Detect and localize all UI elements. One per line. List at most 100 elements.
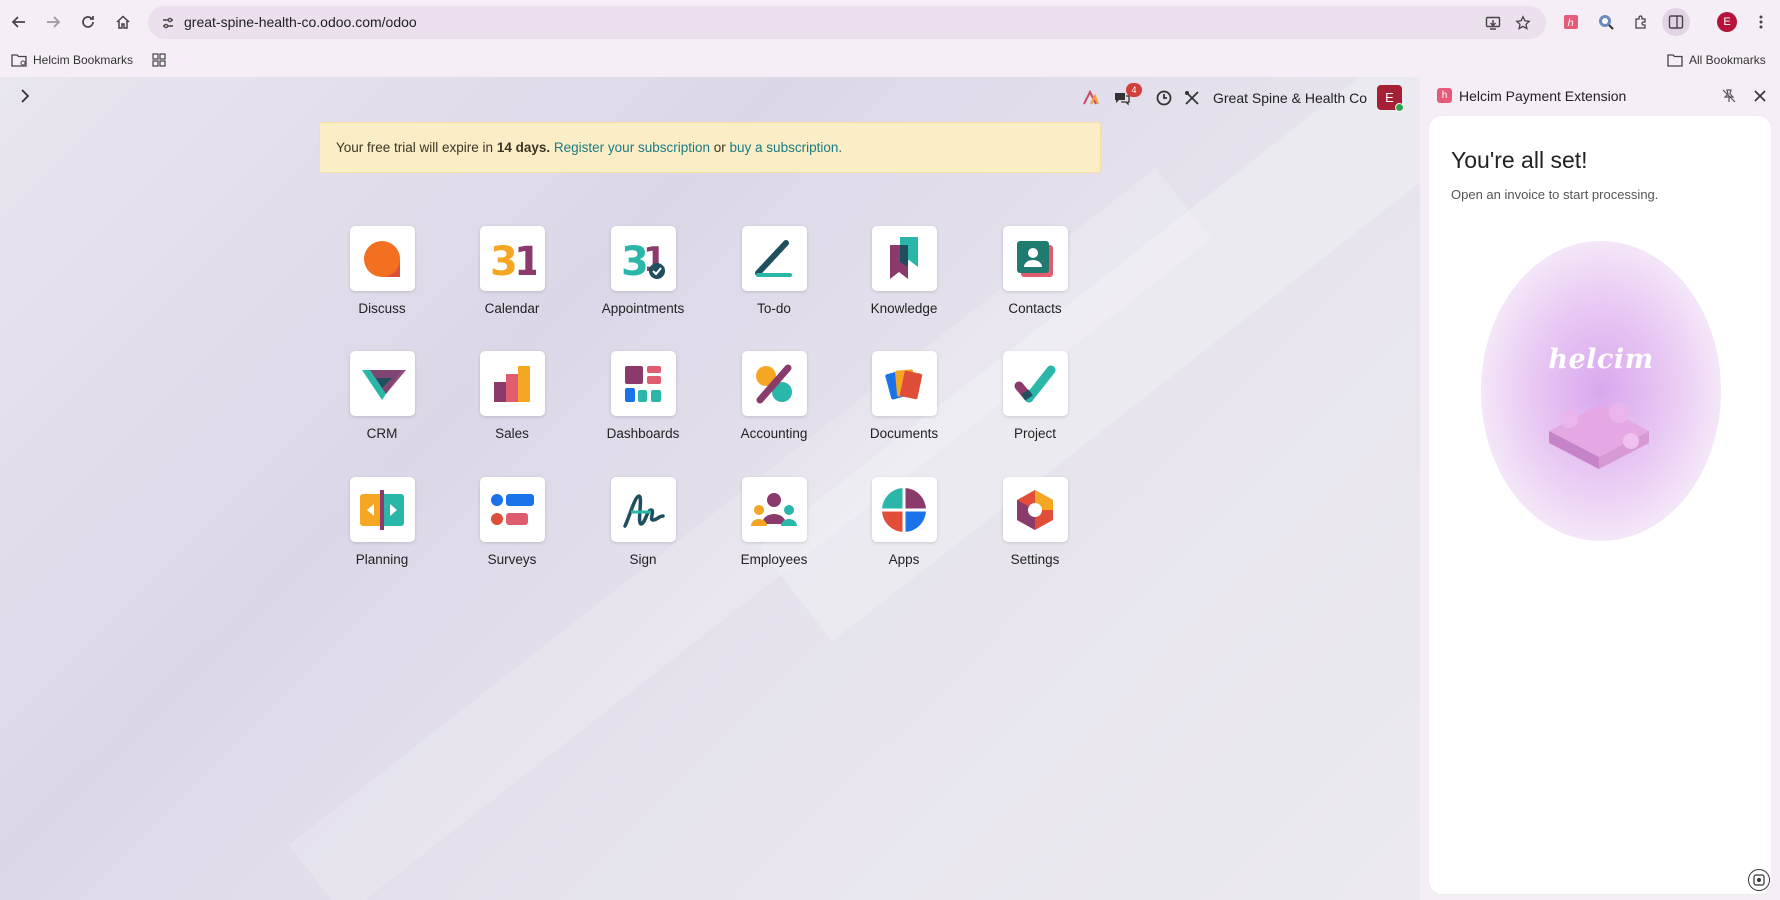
side-panel-toggle-icon[interactable] [1662, 8, 1690, 36]
home-icon[interactable] [112, 11, 134, 33]
app-label: Surveys [487, 552, 537, 567]
close-icon[interactable] [1751, 87, 1769, 105]
folder-icon [1667, 54, 1683, 67]
helcim-extension-icon[interactable]: h [1560, 11, 1582, 33]
app-label: To-do [757, 301, 791, 316]
company-switcher[interactable]: Great Spine & Health Co [1213, 90, 1367, 106]
app-label: Project [1013, 426, 1057, 441]
extensions-puzzle-icon[interactable] [1630, 11, 1652, 33]
back-icon[interactable] [8, 11, 30, 33]
project-icon [1002, 351, 1068, 416]
employees-icon [741, 477, 807, 542]
bookmark-label: All Bookmarks [1689, 53, 1766, 67]
bookmark-star-icon[interactable] [1513, 13, 1533, 33]
browser-menu-icon[interactable] [1750, 11, 1772, 33]
bookmarks-bar: Helcim Bookmarks All Bookmarks [0, 44, 1780, 77]
app-documents[interactable]: Documents [849, 351, 959, 451]
activity-clock-icon[interactable] [1155, 87, 1173, 109]
svg-text:1: 1 [514, 239, 536, 281]
app-knowledge[interactable]: Knowledge [849, 226, 959, 326]
trial-banner: Your free trial will expire in 14 days. … [319, 122, 1101, 173]
accounting-icon [741, 351, 807, 416]
app-sign[interactable]: Sign [588, 477, 698, 577]
systray: 4 Great Spine & Health Co E [0, 83, 1420, 112]
app-appointments[interactable]: 31 Appointments [588, 226, 698, 326]
todo-icon [741, 226, 807, 291]
contacts-icon [1002, 226, 1068, 291]
helcim-bookmarks-folder[interactable]: Helcim Bookmarks [11, 50, 133, 70]
side-panel-header: h Helcim Payment Extension [1420, 77, 1780, 113]
app-label: Discuss [358, 301, 406, 316]
surveys-icon [479, 477, 545, 542]
browser-toolbar: great-spine-health-co.odoo.com/odoo h E [0, 0, 1780, 44]
odoo-home: 4 Great Spine & Health Co E Your free tr… [0, 77, 1420, 900]
helcim-panel-content: You're all set! Open an invoice to start… [1428, 115, 1772, 895]
app-label: Settings [1010, 552, 1060, 567]
app-crm[interactable]: CRM [327, 351, 437, 451]
panel-subtext: Open an invoice to start processing. [1451, 187, 1659, 202]
unpin-icon[interactable] [1720, 87, 1738, 105]
trial-or: or [713, 140, 726, 155]
screenshot-capture-icon[interactable] [1748, 869, 1770, 891]
search-extension-icon[interactable] [1595, 11, 1617, 33]
forward-icon[interactable] [42, 11, 64, 33]
helcim-illustration: helcim [1481, 241, 1721, 541]
odoo-studio-icon[interactable] [1082, 87, 1100, 109]
helcim-logo-icon: h [1437, 88, 1452, 103]
app-label: Calendar [484, 301, 540, 316]
app-project[interactable]: Project [980, 351, 1090, 451]
app-label: Documents [869, 426, 939, 441]
register-subscription-link[interactable]: Register your subscription [554, 140, 710, 155]
svg-text:h: h [1568, 18, 1574, 29]
app-settings[interactable]: Settings [980, 477, 1090, 577]
knowledge-icon [871, 226, 937, 291]
app-employees[interactable]: Employees [719, 477, 829, 577]
app-label: Sign [629, 552, 657, 567]
profile-avatar[interactable]: E [1717, 12, 1737, 32]
all-bookmarks-folder[interactable]: All Bookmarks [1667, 50, 1766, 70]
app-calendar[interactable]: 31 Calendar [457, 226, 567, 326]
app-apps[interactable]: Apps [849, 477, 959, 577]
buy-subscription-link[interactable]: buy a subscription. [730, 140, 843, 155]
app-planning[interactable]: Planning [327, 477, 437, 577]
settings-gear-icon [1002, 477, 1068, 542]
sign-icon [610, 477, 676, 542]
app-dashboards[interactable]: Dashboards [588, 351, 698, 451]
url-text[interactable]: great-spine-health-co.odoo.com/odoo [184, 14, 417, 30]
address-bar[interactable]: great-spine-health-co.odoo.com/odoo [148, 6, 1546, 39]
site-info-icon[interactable] [158, 13, 178, 33]
apps-grid-icon[interactable] [152, 50, 166, 70]
messages-count-badge: 4 [1126, 83, 1142, 97]
app-label: Knowledge [870, 301, 938, 316]
apps-icon [871, 477, 937, 542]
puzzle-piece-icon [1539, 391, 1663, 471]
app-label: Employees [740, 552, 808, 567]
app-surveys[interactable]: Surveys [457, 477, 567, 577]
app-label: Appointments [601, 301, 685, 316]
install-app-icon[interactable] [1483, 13, 1503, 33]
crm-icon [349, 351, 415, 416]
trial-prefix: Your free trial will expire in [336, 140, 494, 155]
helcim-side-panel: h Helcim Payment Extension You're all se… [1420, 77, 1780, 900]
trial-days: 14 days. [496, 140, 551, 155]
app-label: Contacts [1008, 301, 1062, 316]
dashboards-icon [610, 351, 676, 416]
app-label: Sales [495, 426, 529, 441]
discuss-icon [349, 226, 415, 291]
app-todo[interactable]: To-do [719, 226, 829, 326]
app-accounting[interactable]: Accounting [719, 351, 829, 451]
app-discuss[interactable]: Discuss [327, 226, 437, 326]
sales-icon [479, 351, 545, 416]
app-contacts[interactable]: Contacts [980, 226, 1090, 326]
side-panel-title: Helcim Payment Extension [1459, 88, 1627, 104]
app-label: CRM [366, 426, 398, 441]
appointments-icon: 31 [610, 226, 676, 291]
bookmark-label: Helcim Bookmarks [33, 53, 134, 67]
calendar-icon: 31 [479, 226, 545, 291]
debug-tools-icon[interactable] [1183, 87, 1201, 109]
app-sales[interactable]: Sales [457, 351, 567, 451]
app-label: Planning [355, 552, 409, 567]
folder-icon [11, 54, 27, 67]
reload-icon[interactable] [77, 11, 99, 33]
documents-icon [871, 351, 937, 416]
